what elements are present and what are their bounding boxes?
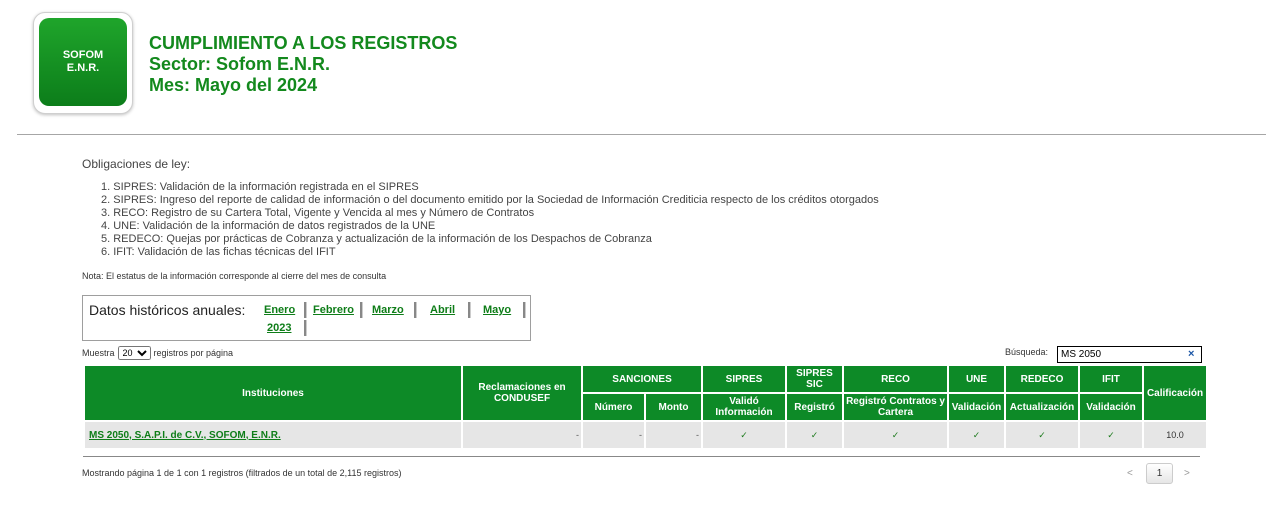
historicos-box: Datos históricos anuales: Enero Febrero … [82,295,531,341]
historicos-link-marzo[interactable]: Marzo [372,304,404,316]
page-1-button[interactable]: 1 [1146,463,1173,484]
header-registro-contratos[interactable]: Registró Contratos y Cartera [844,394,948,420]
obligacion-item: 6. IFIT: Validación de las fichas técnic… [101,246,336,258]
logo-line-2: E.N.R. [66,62,100,74]
obligacion-item: 2. SIPRES: Ingreso del reporte de calida… [101,194,879,206]
institucion-link[interactable]: MS 2050, S.A.P.I. de C.V., SOFOM, E.N.R. [86,430,281,441]
header-une: UNE [949,366,1005,392]
registros-label: registros por página [153,348,234,358]
cell-institucion: MS 2050, S.A.P.I. de C.V., SOFOM, E.N.R. [85,422,461,448]
historicos-separator [414,302,417,318]
logo-line-1: SOFOM [62,49,104,61]
check-icon: ✓ [949,422,1005,448]
check-icon: ✓ [787,422,843,448]
header-validacion-une[interactable]: Validación [949,394,1005,420]
historicos-link-year[interactable]: 2023 [267,322,291,334]
search-label: Búsqueda: [1005,347,1049,357]
header-instituciones[interactable]: Instituciones [85,366,461,420]
obligacion-item: 5. REDECO: Quejas por prácticas de Cobra… [101,233,652,245]
historicos-separator [468,302,471,318]
sofom-logo: SOFOM E.N.R. [33,12,133,114]
page-size-select[interactable]: 20 [117,346,151,360]
page-header: CUMPLIMIENTO A LOS REGISTROS Sector: Sof… [149,33,457,96]
header-actualizacion[interactable]: Actualización [1006,394,1079,420]
header-validacion-ifit[interactable]: Validación [1080,394,1143,420]
table-bottom-border [83,456,1200,457]
header-calificacion[interactable]: Calificación [1144,366,1207,420]
cell-reclamaciones: - [463,422,581,448]
header-numero[interactable]: Número [583,394,644,420]
month-title: Mes: Mayo del 2024 [149,75,318,95]
header-reco: RECO [844,366,948,392]
historicos-link-febrero[interactable]: Febrero [313,304,354,316]
check-icon: ✓ [1080,422,1143,448]
obligacion-item: 3. RECO: Registro de su Cartera Total, V… [101,207,535,219]
obligaciones-title: Obligaciones de ley: [82,157,191,171]
check-icon: ✓ [844,422,948,448]
check-icon: ✓ [703,422,786,448]
header-reclamaciones[interactable]: Reclamaciones en CONDUSEF [463,366,581,420]
header-ifit: IFIT [1080,366,1143,392]
obligacion-item: 1. SIPRES: Validación de la información … [101,181,419,193]
header-sanciones: SANCIONES [583,366,702,392]
historicos-separator [523,302,526,318]
sofom-logo-badge: SOFOM E.N.R. [39,18,127,106]
header-divider [17,134,1266,135]
historicos-link-mayo[interactable]: Mayo [483,304,511,316]
pagination-info: Mostrando página 1 de 1 con 1 registros … [82,468,402,478]
header-sipres-sic: SIPRES SIC [787,366,843,392]
obligaciones-list: 1. SIPRES: Validación de la información … [82,181,879,259]
header-monto[interactable]: Monto [646,394,702,420]
cell-calificacion: 10.0 [1144,422,1207,448]
next-page-button[interactable]: > [1184,468,1190,479]
clear-search-icon[interactable]: × [1188,348,1194,360]
header-sipres: SIPRES [703,366,786,392]
historicos-separator [304,320,307,336]
historicos-label: Datos históricos anuales: [89,302,246,318]
page-title: CUMPLIMIENTO A LOS REGISTROS [149,33,458,53]
table-row: MS 2050, S.A.P.I. de C.V., SOFOM, E.N.R.… [85,422,1207,448]
historicos-separator [304,302,307,318]
obligacion-item: 4. UNE: Validación de la información de … [101,220,436,232]
cell-monto: - [646,422,702,448]
sector-title: Sector: Sofom E.N.R. [149,54,331,74]
compliance-table: Instituciones Reclamaciones en CONDUSEF … [83,364,1208,450]
historicos-separator [360,302,363,318]
nota-text: Nota: El estatus de la información corre… [82,271,387,281]
header-registro[interactable]: Registró [787,394,843,420]
previous-page-button[interactable]: < [1127,468,1133,479]
page-size-control: Muestra 20 registros por página [82,346,233,360]
search-input[interactable] [1057,346,1202,363]
header-valido-informacion[interactable]: Validó Información [703,394,786,420]
header-redeco: REDECO [1006,366,1079,392]
muestra-label: Muestra [82,348,115,358]
cell-numero: - [583,422,644,448]
historicos-link-abril[interactable]: Abril [430,304,455,316]
historicos-link-enero[interactable]: Enero [264,304,295,316]
check-icon: ✓ [1006,422,1079,448]
